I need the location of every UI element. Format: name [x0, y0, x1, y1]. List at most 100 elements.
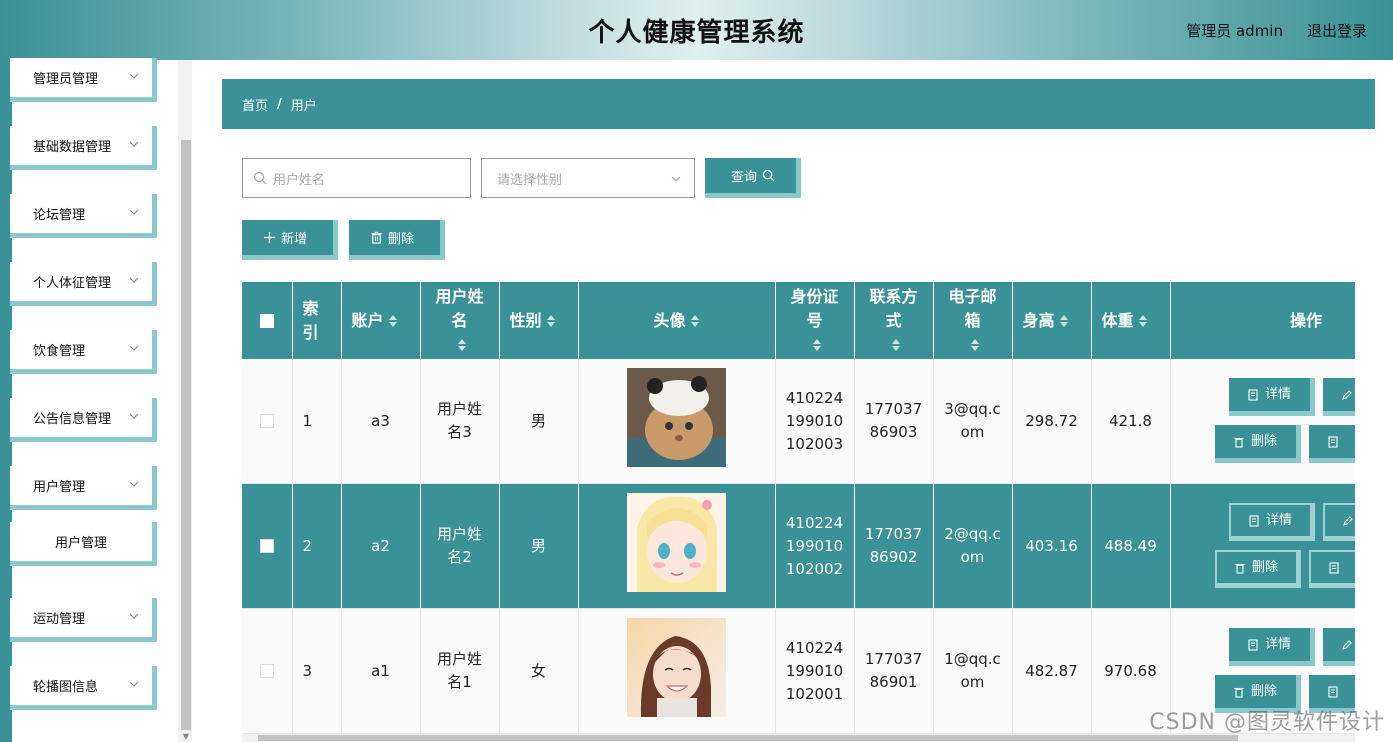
cell-weight-td: 488.49 — [1091, 483, 1171, 609]
edit-button[interactable] — [1322, 378, 1355, 416]
sort-icon[interactable] — [388, 314, 398, 328]
sort-icon[interactable] — [457, 338, 467, 352]
sidebar-item-2[interactable]: 论坛管理 — [10, 194, 157, 238]
breadcrumb-separator: / — [277, 96, 282, 112]
col-name-label: 用户姓名 — [435, 286, 484, 330]
table-row[interactable]: 1 a3 用户姓名3 男 410224199010102003 17703786903 3@… — [242, 359, 1355, 484]
row-delete-button[interactable]: 删除 — [1214, 425, 1301, 463]
sort-icon[interactable] — [812, 338, 822, 352]
chevron-down-icon — [129, 613, 139, 619]
cell-gender: 女 — [530, 661, 546, 680]
col-weight[interactable]: 体重 — [1091, 282, 1171, 359]
sort-icon[interactable] — [1059, 314, 1069, 328]
sidebar-item-4[interactable]: 饮食管理 — [10, 330, 157, 374]
chevron-down-icon — [129, 73, 139, 79]
sidebar-subitem-user-manage[interactable]: 用户管理 — [10, 522, 157, 566]
row-checkbox[interactable] — [259, 414, 274, 428]
breadcrumb-home[interactable]: 首页 — [242, 95, 268, 114]
cell-email-td: 2@qq.com — [933, 483, 1013, 609]
sidebar-item-5[interactable]: 公告信息管理 — [10, 398, 157, 442]
select-all-cell[interactable] — [242, 282, 293, 359]
cell-phone: 17703786902 — [864, 525, 923, 566]
user-table: 索引 账户 用户姓名 性别 头像 身份证号 联系方式 电子邮箱 身高 体重 操作… — [242, 282, 1355, 734]
detail-button-label: 详情 — [1264, 637, 1291, 652]
sidebar-item-1[interactable]: 基础数据管理 — [10, 126, 157, 170]
cell-weight: 488.49 — [1104, 536, 1157, 555]
current-user: 管理员 admin — [1186, 22, 1283, 40]
query-button-label: 查询 — [730, 170, 757, 185]
sort-icon[interactable] — [970, 338, 980, 352]
sidebar-item-6[interactable]: 用户管理 — [10, 466, 157, 510]
chevron-down-icon — [129, 413, 139, 419]
trash-icon — [1234, 687, 1244, 698]
cell-idcard-td: 410224199010102001 — [775, 608, 855, 734]
cell-index-td: 1 — [292, 359, 342, 484]
cell-name: 用户姓名1 — [436, 650, 482, 691]
col-gender[interactable]: 性别 — [499, 282, 579, 359]
name-search-placeholder: 用户姓名 — [273, 172, 326, 188]
sidebar-scroll-thumb[interactable] — [181, 140, 191, 730]
table-scroll-thumb[interactable] — [258, 735, 1238, 741]
col-phone[interactable]: 联系方式 — [854, 282, 934, 359]
sort-icon[interactable] — [891, 338, 901, 352]
reset-button[interactable] — [1308, 550, 1355, 588]
col-idcard[interactable]: 身份证号 — [775, 282, 855, 359]
row-select-cell[interactable] — [242, 483, 293, 609]
col-account[interactable]: 账户 — [341, 282, 421, 359]
cell-email: 3@qq.com — [944, 400, 1001, 441]
table-header-row: 索引 账户 用户姓名 性别 头像 身份证号 联系方式 电子邮箱 身高 体重 操作 — [242, 282, 1355, 359]
trash-icon — [1235, 563, 1245, 574]
col-email-label: 电子邮箱 — [948, 286, 997, 330]
edit-button[interactable] — [1322, 503, 1355, 541]
row-delete-button[interactable]: 删除 — [1214, 550, 1301, 588]
query-button[interactable]: 查询 — [705, 158, 801, 198]
sidebar-item-3[interactable]: 个人体征管理 — [10, 262, 157, 306]
detail-button[interactable]: 详情 — [1228, 378, 1315, 416]
sort-icon[interactable] — [1138, 314, 1148, 328]
col-name[interactable]: 用户姓名 — [420, 282, 500, 359]
col-email[interactable]: 电子邮箱 — [933, 282, 1013, 359]
cell-account-td: a3 — [341, 359, 421, 484]
sidebar-item-8[interactable]: 轮播图信息 — [10, 666, 157, 710]
cell-idcard-td: 410224199010102002 — [775, 483, 855, 609]
add-button[interactable]: 新增 — [242, 220, 338, 260]
detail-button[interactable]: 详情 — [1228, 628, 1315, 666]
logout-link[interactable]: 退出登录 — [1307, 20, 1367, 41]
cell-account: a3 — [371, 411, 390, 430]
row-checkbox[interactable] — [259, 664, 274, 678]
scroll-down-icon[interactable]: ▼ — [181, 732, 191, 741]
sidebar-item-label: 轮播图信息 — [33, 680, 99, 695]
col-avatar[interactable]: 头像 — [578, 282, 776, 359]
cell-idcard: 410224199010102003 — [785, 388, 844, 453]
row-select-cell[interactable] — [242, 608, 293, 734]
edit-icon — [1343, 515, 1353, 526]
col-account-label: 账户 — [351, 310, 384, 330]
name-search-input[interactable]: 用户姓名 — [242, 158, 471, 198]
cell-height: 482.87 — [1025, 661, 1078, 680]
cell-height: 403.16 — [1025, 536, 1078, 555]
detail-button[interactable]: 详情 — [1228, 503, 1315, 541]
edit-icon — [1342, 639, 1352, 650]
reset-button[interactable] — [1308, 425, 1355, 463]
cell-gender-td: 女 — [499, 608, 579, 734]
delete-button-label: 删除 — [387, 232, 414, 247]
col-idcard-label: 身份证号 — [790, 286, 839, 330]
select-all-checkbox[interactable] — [259, 314, 274, 328]
table-row[interactable]: 2 a2 用户姓名2 男 410224199010102002 17703786902 2@… — [242, 483, 1355, 609]
sidebar-item-7[interactable]: 运动管理 — [10, 598, 157, 642]
col-height[interactable]: 身高 — [1012, 282, 1092, 359]
col-avatar-label: 头像 — [653, 310, 686, 330]
row-checkbox[interactable] — [259, 539, 274, 553]
gender-select[interactable]: 请选择性别 — [481, 158, 695, 198]
sidebar-item-0[interactable]: 管理员管理 — [10, 58, 157, 102]
cell-idcard: 410224199010102001 — [785, 638, 844, 703]
add-button-label: 新增 — [280, 232, 307, 247]
chevron-down-icon — [129, 481, 139, 487]
edit-button[interactable] — [1322, 628, 1355, 666]
sort-icon[interactable] — [690, 314, 700, 328]
sort-icon[interactable] — [546, 314, 556, 328]
edit-icon — [1342, 389, 1352, 400]
delete-button[interactable]: 删除 — [349, 220, 445, 260]
row-select-cell[interactable] — [242, 359, 293, 484]
row-delete-button-label: 删除 — [1250, 684, 1277, 699]
